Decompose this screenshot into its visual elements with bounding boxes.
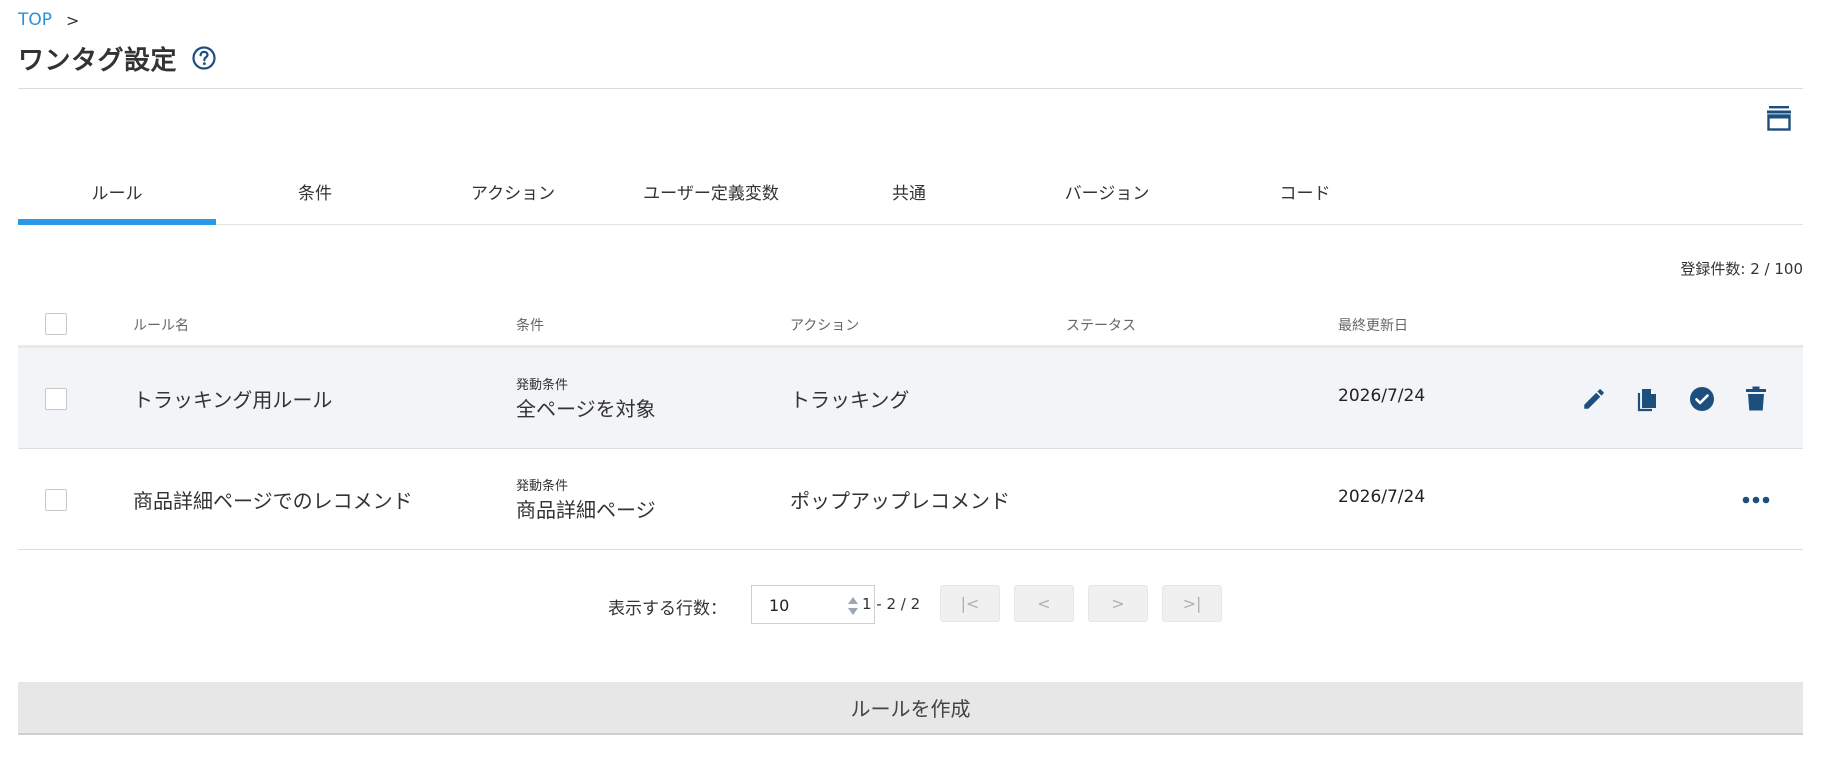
last-updated-date: 2026/7/24 [1338, 487, 1426, 507]
pencil-icon[interactable] [1580, 385, 1608, 413]
header-action: アクション [790, 318, 860, 334]
breadcrumb-top-link[interactable]: TOP [18, 10, 52, 30]
header-rule-name: ルール名 [133, 318, 189, 334]
last-updated-date: 2026/7/24 [1338, 386, 1426, 406]
registration-count: 登録件数: 2 / 100 [1680, 260, 1803, 278]
last-page-button[interactable]: >| [1162, 585, 1222, 622]
row-checkbox[interactable] [45, 388, 67, 410]
header-last-updated: 最終更新日 [1338, 318, 1408, 334]
rule-name: トラッキング用ルール [133, 388, 333, 412]
tab-version[interactable]: バージョン [1008, 170, 1206, 224]
copy-icon[interactable] [1634, 385, 1662, 413]
condition-value: 全ページを対象 [516, 397, 656, 421]
row-checkbox[interactable] [45, 489, 67, 511]
rows-per-page-label: 表示する行数： [608, 599, 727, 619]
rows-per-page-select[interactable]: 10 [751, 585, 875, 624]
breadcrumb: TOP > [18, 9, 79, 31]
table-row[interactable]: トラッキング用ルール 発動条件 全ページを対象 トラッキング 2026/7/24 [18, 348, 1803, 449]
title-divider [18, 88, 1803, 89]
page-title: ワンタグ設定 [18, 45, 178, 76]
rows-per-page-value: 10 [769, 596, 790, 615]
breadcrumb-separator: > [66, 10, 80, 30]
condition-label: 発動条件 [516, 479, 569, 494]
prev-page-button[interactable]: < [1014, 585, 1074, 622]
rule-name: 商品詳細ページでのレコメンド [133, 489, 413, 513]
page: TOP > ワンタグ設定 ルール 条件 アクション ユーザー定義変数 共通 バー… [18, 0, 1803, 763]
header-status: ステータス [1066, 318, 1136, 334]
title-row: ワンタグ設定 [18, 40, 217, 76]
check-circle-icon[interactable] [1688, 385, 1716, 413]
more-horizontal-icon[interactable] [1742, 486, 1770, 514]
tab-bar: ルール 条件 アクション ユーザー定義変数 共通 バージョン コード [18, 170, 1803, 225]
first-page-button[interactable]: |< [940, 585, 1000, 622]
pagination: 表示する行数： 10 1 - 2 / 2 |< < > >| [18, 585, 1803, 625]
archive-icon[interactable] [1765, 104, 1793, 132]
tab-code[interactable]: コード [1206, 170, 1404, 224]
help-circle-icon[interactable] [191, 45, 217, 71]
tab-actions[interactable]: アクション [414, 170, 612, 224]
page-range: 1 - 2 / 2 [862, 595, 921, 613]
tab-conditions[interactable]: 条件 [216, 170, 414, 224]
tab-user-variables[interactable]: ユーザー定義変数 [612, 170, 810, 224]
condition-value: 商品詳細ページ [516, 498, 656, 522]
action-name: ポップアップレコメンド [790, 489, 1010, 513]
action-name: トラッキング [790, 388, 910, 412]
spinner-arrows-icon[interactable] [846, 594, 860, 618]
header-condition: 条件 [516, 318, 544, 334]
condition-label: 発動条件 [516, 378, 569, 393]
select-all-checkbox[interactable] [45, 313, 67, 335]
trash-icon[interactable] [1742, 385, 1770, 413]
tab-common[interactable]: 共通 [810, 170, 1008, 224]
table-header: ルール名 条件 アクション ステータス 最終更新日 [18, 303, 1803, 348]
next-page-button[interactable]: > [1088, 585, 1148, 622]
tab-rules[interactable]: ルール [18, 170, 216, 225]
create-rule-button[interactable]: ルールを作成 [18, 682, 1803, 735]
table-row[interactable]: 商品詳細ページでのレコメンド 発動条件 商品詳細ページ ポップアップレコメンド … [18, 449, 1803, 550]
